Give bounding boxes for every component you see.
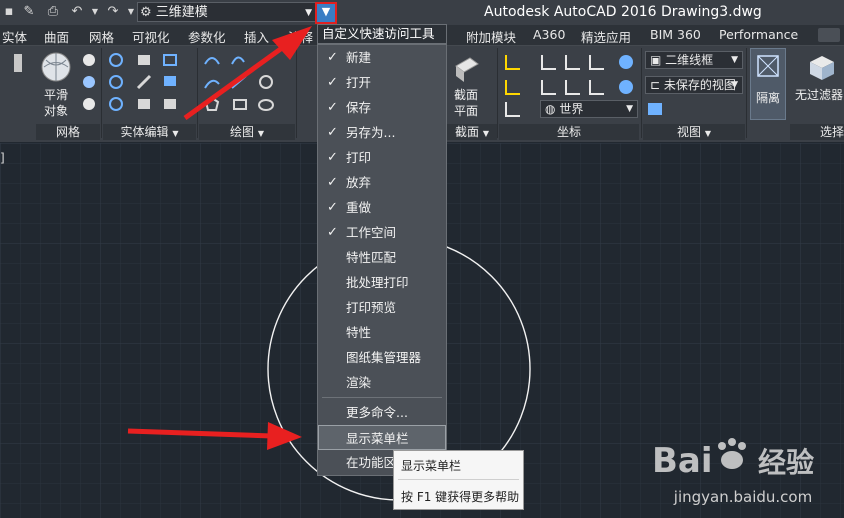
baidu-watermark: Bai 经验 jingyan.baidu.com (648, 430, 838, 510)
arrow-to-show-menubar (127, 422, 302, 450)
paw-icon (718, 438, 746, 469)
watermark-url: jingyan.baidu.com (673, 488, 813, 506)
baidu-logo-bai: Bai (652, 441, 713, 481)
baidu-logo: Bai 经验 (652, 438, 814, 481)
arrow-to-dropdown (183, 26, 312, 121)
baidu-logo-jingyan: 经验 (758, 446, 814, 479)
